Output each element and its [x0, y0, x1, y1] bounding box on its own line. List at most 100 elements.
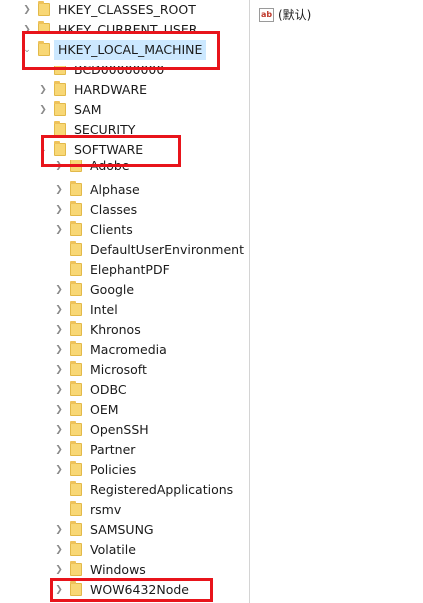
- tree-item-windows[interactable]: ❯ Windows: [0, 560, 248, 580]
- tree-item-samsung[interactable]: ❯ SAMSUNG: [0, 520, 248, 540]
- chevron-right-icon[interactable]: ❯: [22, 0, 32, 20]
- folder-icon: [70, 321, 82, 336]
- folder-icon: [70, 581, 82, 596]
- chevron-right-icon[interactable]: ❯: [38, 100, 48, 120]
- folder-icon: [70, 201, 82, 216]
- chevron-right-icon[interactable]: ❯: [54, 160, 64, 174]
- tree-item-sam[interactable]: ❯ SAM: [0, 100, 248, 120]
- folder-icon: [54, 66, 66, 75]
- folder-icon: [70, 261, 82, 276]
- folder-icon: [70, 481, 82, 496]
- tree-item-hkey-current-user[interactable]: ❯ HKEY_CURRENT_USER: [0, 20, 248, 32]
- folder-icon: [70, 301, 82, 316]
- folder-icon: [70, 160, 82, 172]
- chevron-right-icon[interactable]: ❯: [38, 80, 48, 100]
- folder-icon: [70, 461, 82, 476]
- folder-icon: [70, 401, 82, 416]
- chevron-down-icon[interactable]: ⌄: [22, 40, 32, 60]
- tree-item-label: HKEY_LOCAL_MACHINE: [54, 40, 207, 60]
- chevron-right-icon[interactable]: ❯: [54, 440, 64, 460]
- chevron-right-icon[interactable]: ❯: [54, 420, 64, 440]
- tree-item-defaultuserenvironment[interactable]: DefaultUserEnvironment: [0, 240, 248, 260]
- chevron-right-icon[interactable]: ❯: [54, 380, 64, 400]
- tree-item-rsmv[interactable]: rsmv: [0, 500, 248, 520]
- chevron-right-icon[interactable]: ❯: [54, 360, 64, 380]
- folder-icon: [70, 181, 82, 196]
- tree-item-label: BCD00000000: [74, 66, 165, 77]
- chevron-right-icon[interactable]: ❯: [54, 220, 64, 240]
- tree-item-wow6432node[interactable]: ❯ WOW6432Node: [0, 580, 248, 600]
- folder-icon: [70, 221, 82, 236]
- folder-icon: [70, 421, 82, 436]
- tree-item-hkey-classes-root[interactable]: ❯ HKEY_CLASSES_ROOT: [0, 0, 248, 20]
- folder-icon: [70, 441, 82, 456]
- tree-item-volatile[interactable]: ❯ Volatile: [0, 540, 248, 560]
- tree-item-partner[interactable]: ❯ Partner: [0, 440, 248, 460]
- tree-item-microsoft[interactable]: ❯ Microsoft: [0, 360, 248, 380]
- chevron-right-icon[interactable]: ❯: [54, 280, 64, 300]
- tree-item-label: HKEY_CURRENT_USER: [58, 22, 198, 32]
- tree-item-khronos[interactable]: ❯ Khronos: [0, 320, 248, 340]
- tree-item-label: ElephantPDF: [90, 262, 170, 277]
- registry-values-pane: ab (默认): [251, 0, 423, 603]
- tree-item-oem[interactable]: ❯ OEM: [0, 400, 248, 420]
- chevron-right-icon[interactable]: ❯: [54, 560, 64, 580]
- tree-item-label: HKEY_CLASSES_ROOT: [58, 2, 196, 17]
- tree-item-label: SAMSUNG: [90, 522, 154, 537]
- tree-item-security[interactable]: SECURITY: [0, 120, 248, 140]
- folder-icon: [70, 541, 82, 556]
- chevron-right-icon[interactable]: ❯: [54, 520, 64, 540]
- chevron-right-icon[interactable]: ❯: [54, 320, 64, 340]
- tree-item-label: SECURITY: [74, 122, 136, 137]
- tree-item-clients[interactable]: ❯ Clients: [0, 220, 248, 240]
- chevron-right-icon[interactable]: ❯: [54, 400, 64, 420]
- chevron-right-icon[interactable]: ❯: [54, 340, 64, 360]
- tree-item-odbc[interactable]: ❯ ODBC: [0, 380, 248, 400]
- tree-item-label: Intel: [90, 302, 118, 317]
- tree-item-hkey-local-machine[interactable]: ⌄ HKEY_LOCAL_MACHINE: [0, 40, 248, 60]
- tree-item-elephantpdf[interactable]: ElephantPDF: [0, 260, 248, 280]
- folder-icon: [70, 561, 82, 576]
- chevron-right-icon[interactable]: ❯: [22, 20, 32, 32]
- tree-item-label: Adobe: [90, 160, 130, 173]
- pane-divider[interactable]: [249, 0, 250, 603]
- tree-item-software[interactable]: ⌄ SOFTWARE: [0, 140, 248, 160]
- chevron-right-icon[interactable]: ❯: [54, 200, 64, 220]
- tree-item-label: WOW6432Node: [90, 582, 189, 597]
- tree-item-classes[interactable]: ❯ Classes: [0, 200, 248, 220]
- tree-item-label: Alphase: [90, 182, 140, 197]
- tree-item-label: HARDWARE: [74, 82, 148, 97]
- tree-item-label: Google: [90, 282, 135, 297]
- tree-item-label: Macromedia: [90, 342, 167, 357]
- tree-item-adobe[interactable]: ❯ Adobe: [0, 160, 248, 174]
- chevron-right-icon[interactable]: ❯: [54, 180, 64, 200]
- tree-item-hardware[interactable]: ❯ HARDWARE: [0, 80, 248, 100]
- tree-item-label: rsmv: [90, 502, 122, 517]
- tree-item-label: RegisteredApplications: [90, 482, 234, 497]
- tree-item-bcd[interactable]: BCD00000000: [0, 66, 248, 78]
- chevron-right-icon[interactable]: ❯: [54, 460, 64, 480]
- chevron-right-icon[interactable]: ❯: [54, 540, 64, 560]
- tree-item-openssh[interactable]: ❯ OpenSSH: [0, 420, 248, 440]
- chevron-right-icon[interactable]: ❯: [54, 300, 64, 320]
- tree-item-label: SOFTWARE: [74, 142, 144, 157]
- value-name: (默认): [278, 8, 312, 22]
- tree-item-label: OpenSSH: [90, 422, 149, 437]
- tree-item-macromedia[interactable]: ❯ Macromedia: [0, 340, 248, 360]
- folder-icon: [38, 41, 50, 56]
- folder-icon: [70, 361, 82, 376]
- tree-item-registeredapplications[interactable]: RegisteredApplications: [0, 480, 248, 500]
- chevron-down-icon[interactable]: ⌄: [38, 140, 48, 160]
- tree-item-alphase[interactable]: ❯ Alphase: [0, 180, 248, 200]
- tree-item-label: Volatile: [90, 542, 136, 557]
- chevron-right-icon[interactable]: ❯: [54, 580, 64, 600]
- tree-item-label: Classes: [90, 202, 138, 217]
- folder-icon: [70, 521, 82, 536]
- tree-item-label: Policies: [90, 462, 137, 477]
- tree-item-google[interactable]: ❯ Google: [0, 280, 248, 300]
- tree-item-policies[interactable]: ❯ Policies: [0, 460, 248, 480]
- tree-item-intel[interactable]: ❯ Intel: [0, 300, 248, 320]
- folder-icon: [38, 21, 50, 32]
- tree-item-label: Partner: [90, 442, 136, 457]
- tree-item-label: Clients: [90, 222, 133, 237]
